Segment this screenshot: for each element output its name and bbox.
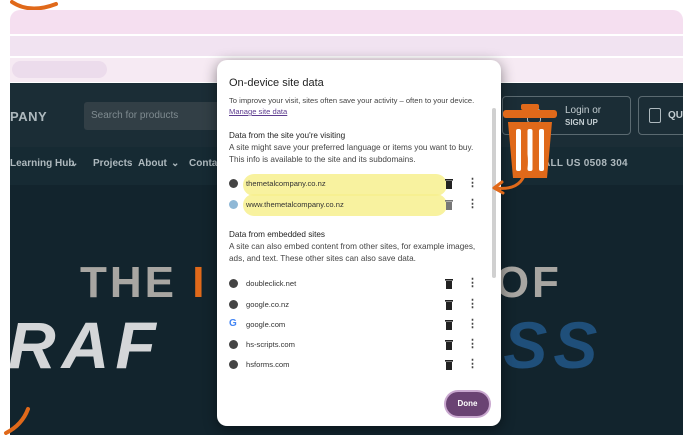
browser-tab-strip xyxy=(10,10,683,34)
list-item[interactable]: www.themetalcompany.co.nz ⋮ xyxy=(227,196,485,214)
globe-icon xyxy=(229,200,238,209)
site-label: themetalcompany.co.nz xyxy=(246,179,326,188)
more-icon[interactable]: ⋮ xyxy=(467,357,478,370)
manage-site-data-link[interactable]: Manage site data xyxy=(229,107,287,116)
login-label: Login or xyxy=(565,105,602,116)
nav-chevron-icon: ⌄ xyxy=(70,158,79,169)
list-item[interactable]: G google.com ⋮ xyxy=(227,316,485,334)
site-brand[interactable]: PANY xyxy=(10,109,47,124)
signup-label: SIGN UP xyxy=(565,118,598,127)
list-item[interactable]: google.co.nz ⋮ xyxy=(227,296,485,314)
google-icon: G xyxy=(229,318,237,329)
more-icon[interactable]: ⋮ xyxy=(467,337,478,350)
site-data-dialog: On-device site data To improve your visi… xyxy=(217,60,501,426)
browser-toolbar xyxy=(10,36,683,56)
site-label: hsforms.com xyxy=(246,360,290,369)
more-icon[interactable]: ⋮ xyxy=(467,317,478,330)
site-icon xyxy=(229,360,238,369)
section-visited-desc: A site might save your preferred languag… xyxy=(229,143,474,164)
site-label: doubleclick.net xyxy=(246,279,297,288)
nav-contact[interactable]: Conta xyxy=(189,158,217,169)
quote-label: QUO xyxy=(668,110,683,121)
list-item[interactable]: hs-scripts.com ⋮ xyxy=(227,336,485,354)
clipboard-icon xyxy=(649,108,661,123)
site-label: google.com xyxy=(246,320,286,329)
more-icon[interactable]: ⋮ xyxy=(467,197,478,210)
site-label: hs-scripts.com xyxy=(246,340,295,349)
trash-icon[interactable] xyxy=(445,299,453,310)
site-icon xyxy=(229,179,238,188)
decorative-swoosh xyxy=(4,407,30,435)
trash-icon[interactable] xyxy=(445,359,453,370)
arrow-icon xyxy=(492,152,528,195)
nav-chevron-icon: ⌄ xyxy=(171,158,180,169)
more-icon[interactable]: ⋮ xyxy=(467,176,478,189)
list-item[interactable]: hsforms.com ⋮ xyxy=(227,356,485,374)
more-icon[interactable]: ⋮ xyxy=(467,276,478,289)
trash-icon[interactable] xyxy=(445,339,453,350)
section-embedded-heading: Data from embedded sites xyxy=(229,230,326,239)
site-icon xyxy=(229,300,238,309)
dialog-title: On-device site data xyxy=(229,77,324,89)
quote-button[interactable]: QUO xyxy=(638,96,683,135)
trash-icon[interactable] xyxy=(445,199,453,210)
trash-icon[interactable] xyxy=(445,278,453,289)
section-embedded-desc: A site can also embed content from other… xyxy=(229,242,476,263)
nav-about[interactable]: About xyxy=(138,158,167,169)
done-button[interactable]: Done xyxy=(446,392,489,416)
site-label: www.themetalcompany.co.nz xyxy=(246,200,344,209)
more-icon[interactable]: ⋮ xyxy=(467,297,478,310)
list-item[interactable]: doubleclick.net ⋮ xyxy=(227,275,485,293)
bookmark-pill[interactable] xyxy=(12,61,107,78)
trash-icon[interactable] xyxy=(445,319,453,330)
nav-learning-hub[interactable]: Learning Hub xyxy=(10,158,74,169)
site-label: google.co.nz xyxy=(246,300,290,309)
dialog-intro: To improve your visit, sites often save … xyxy=(229,96,475,105)
section-visited-heading: Data from the site you're visiting xyxy=(229,131,346,140)
trash-icon[interactable] xyxy=(445,178,453,189)
site-icon xyxy=(229,279,238,288)
list-item[interactable]: themetalcompany.co.nz ⋮ xyxy=(227,175,485,193)
nav-projects[interactable]: Projects xyxy=(93,158,132,169)
site-icon xyxy=(229,340,238,349)
